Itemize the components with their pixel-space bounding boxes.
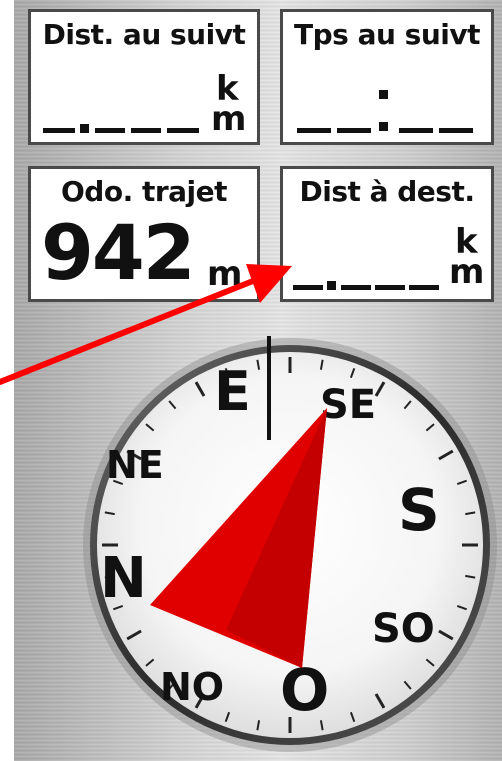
compass-label-se: SE <box>320 382 376 428</box>
compass-label-s: S <box>398 476 440 544</box>
compass-label-no: NO <box>160 665 224 709</box>
compass-label-ne: NE <box>106 443 164 487</box>
compass-label-e: E <box>214 360 251 423</box>
compass-label-so: SO <box>372 606 435 652</box>
compass-overlay: E SE S SO O NO N NE <box>0 264 497 752</box>
compass-label-o: O <box>280 656 329 724</box>
compass-label-n: N <box>100 546 147 611</box>
